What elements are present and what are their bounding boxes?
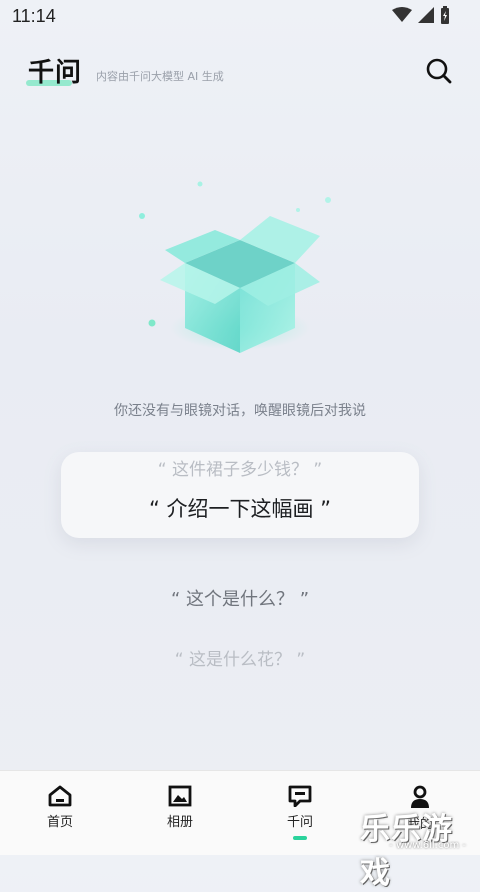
search-icon[interactable] [424,56,454,86]
wifi-icon [392,7,412,22]
watermark: 乐乐游戏 - www.6ll.com - [360,804,480,891]
empty-box-illustration [139,181,331,353]
tab-home[interactable]: 首页 [25,785,95,830]
tab-label: 首页 [46,815,73,830]
active-tab-indicator [293,836,307,840]
example-prompt-active[interactable]: “ 介绍一下这幅画 ” [0,493,480,523]
tab-label: 千问 [286,815,313,830]
battery-icon [441,6,449,24]
example-prompt[interactable]: “ 这是什么花？ ” [0,645,480,670]
tab-gallery[interactable]: 相册 [145,785,215,830]
ai-disclaimer: 内容由千问大模型 AI 生成 [96,70,224,83]
home-icon [48,785,72,807]
empty-state-hint: 你还没有与眼镜对话，唤醒眼镜后对我说 [114,403,366,419]
example-prompt[interactable]: “ 这件裙子多少钱？ ” [0,455,480,480]
tab-label: 相册 [166,815,193,830]
tab-qianwen[interactable]: 千问 [265,785,335,840]
status-icons [392,6,450,24]
brand-title: 千问 [28,58,83,88]
app-header: 千问 内容由千问大模型 AI 生成 [0,44,480,100]
watermark-url: - www.6ll.com - [389,840,466,851]
gallery-icon [168,785,192,807]
signal-icon [418,7,434,23]
status-time: 11:14 [12,6,56,26]
status-bar: 11:14 [0,0,480,36]
example-prompt[interactable]: “ 这个是什么？ ” [0,585,480,611]
chat-icon [288,785,312,807]
